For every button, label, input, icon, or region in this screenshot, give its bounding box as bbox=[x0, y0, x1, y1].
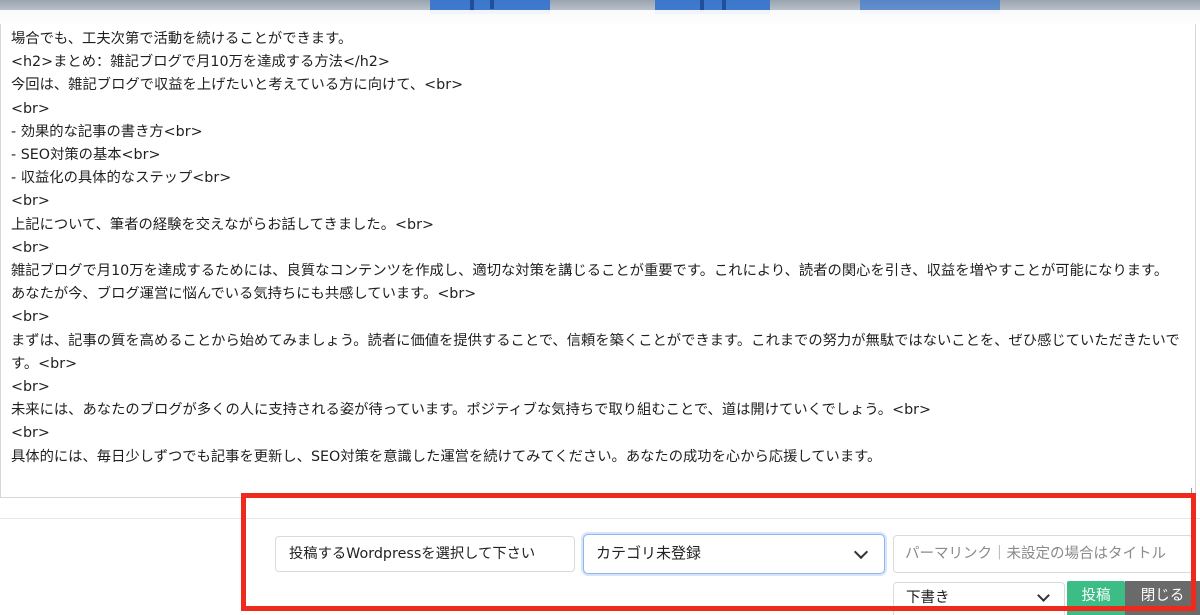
article-textarea[interactable]: 場合でも、工夫次第で活動を続けることができます。 <h2>まとめ：雑記ブログで月… bbox=[0, 24, 1196, 498]
post-status-value: 下書き bbox=[906, 590, 950, 606]
text-line: 雑記ブログで月10万を達成するためには、良質なコンテンツを作成し、適切な対策を講… bbox=[11, 263, 1169, 303]
close-button[interactable]: 閉じる bbox=[1125, 581, 1200, 615]
permalink-input[interactable]: パーマリンク｜未設定の場合はタイトル bbox=[893, 535, 1193, 573]
category-select-value: カテゴリ未登録 bbox=[596, 544, 702, 562]
text-line: <br> bbox=[11, 379, 50, 396]
text-line: 未来には、あなたのブログが多くの人に支持される姿が待っています。ポジティブな気持… bbox=[11, 402, 932, 419]
text-line: 具体的には、毎日少しずつでも記事を更新し、SEO対策を意識した運営を続けてみてく… bbox=[11, 448, 882, 465]
text-line: <br> bbox=[11, 100, 50, 117]
text-line: 場合でも、工夫次第で活動を続けることができます。 bbox=[11, 31, 353, 47]
divider bbox=[0, 518, 1200, 519]
text-line: - 収益化の具体的なステップ<br> bbox=[11, 170, 232, 187]
text-line: <br> bbox=[11, 193, 50, 210]
header-image bbox=[0, 0, 1200, 26]
text-line: 上記について、筆者の経験を交えながらお話してきました。<br> bbox=[11, 216, 434, 233]
app-page: 場合でも、工夫次第で活動を続けることができます。 <h2>まとめ：雑記ブログで月… bbox=[0, 0, 1200, 615]
text-line: <br> bbox=[11, 425, 50, 442]
wordpress-select-button[interactable]: 投稿するWordpressを選択して下さい bbox=[275, 536, 575, 572]
post-status-select[interactable]: 下書き bbox=[893, 582, 1065, 615]
chevron-down-icon bbox=[853, 544, 869, 560]
chevron-down-icon bbox=[1037, 589, 1050, 602]
text-line: <h2>まとめ：雑記ブログで月10万を達成する方法</h2> bbox=[11, 54, 390, 71]
text-line: 今回は、雑記ブログで収益を上げたいと考えている方に向けて、<br> bbox=[11, 77, 464, 94]
permalink-placeholder: パーマリンク｜未設定の場合はタイトル bbox=[905, 546, 1166, 562]
post-button[interactable]: 投稿 bbox=[1067, 581, 1125, 615]
category-select[interactable]: カテゴリ未登録 bbox=[583, 534, 885, 574]
text-line: - 効果的な記事の書き方<br> bbox=[11, 123, 203, 140]
text-line: <br> bbox=[11, 309, 50, 326]
text-line: - SEO対策の基本<br> bbox=[11, 147, 161, 164]
resize-handle-icon[interactable] bbox=[1183, 488, 1192, 497]
text-line: まずは、記事の質を高めることから始めてみましょう。読者に価値を提供することで、信… bbox=[11, 332, 1180, 372]
text-line: <br> bbox=[11, 239, 50, 256]
